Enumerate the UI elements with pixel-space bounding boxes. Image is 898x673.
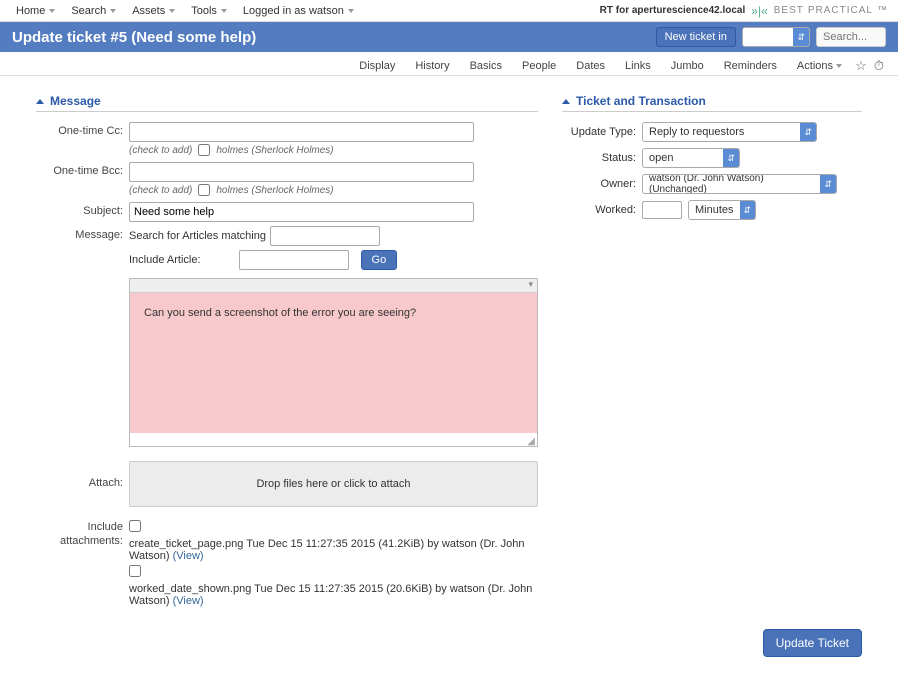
title-bar: Update ticket #5 (Need some help) New ti…: [0, 22, 898, 52]
tab-jumbo[interactable]: Jumbo: [663, 57, 712, 75]
include-article-input[interactable]: [239, 250, 349, 270]
tab-basics[interactable]: Basics: [462, 57, 510, 75]
search-input[interactable]: [816, 27, 886, 47]
message-header[interactable]: Message: [36, 94, 538, 112]
tab-reminders[interactable]: Reminders: [716, 57, 785, 75]
attachment-1-view-link[interactable]: (View): [173, 550, 204, 562]
worked-input[interactable]: [642, 201, 682, 219]
chevron-down-icon: [348, 9, 354, 13]
search-articles-input[interactable]: [270, 226, 380, 246]
cc-hint: (check to add): [129, 145, 192, 156]
go-button[interactable]: Go: [361, 250, 398, 270]
bcc-input[interactable]: [129, 162, 474, 182]
message-label: Message:: [36, 226, 129, 241]
cc-holmes-label: holmes (Sherlock Holmes): [216, 145, 333, 156]
resize-handle-icon[interactable]: ◢: [130, 436, 537, 446]
collapse-icon: [36, 99, 44, 104]
tab-dates[interactable]: Dates: [568, 57, 613, 75]
chevron-updown-icon: ⇵: [793, 28, 809, 46]
owner-label: Owner:: [562, 178, 642, 190]
status-label: Status:: [562, 152, 642, 164]
include-attachments-label: Include attachments:: [36, 517, 129, 549]
top-menu: Home Search Assets Tools Logged in as wa…: [0, 0, 898, 22]
tab-history[interactable]: History: [407, 57, 457, 75]
chevron-down-icon: [221, 9, 227, 13]
update-type-select[interactable]: Reply to requestors⇵: [642, 122, 817, 142]
attach-label: Attach:: [36, 461, 129, 489]
editor-toggle-icon[interactable]: ▾: [528, 279, 533, 289]
include-article-label: Include Article:: [129, 254, 201, 266]
search-articles-label: Search for Articles matching: [129, 230, 266, 242]
page-title: Update ticket #5 (Need some help): [12, 29, 256, 46]
owner-select[interactable]: watson (Dr. John Watson) (Unchanged)⇵: [642, 174, 837, 194]
logo-chevron-icon: »|«: [751, 4, 767, 18]
cc-input[interactable]: [129, 122, 474, 142]
ticket-transaction-header[interactable]: Ticket and Transaction: [562, 94, 862, 112]
worked-label: Worked:: [562, 204, 642, 216]
cc-label: One-time Cc:: [36, 122, 129, 137]
ticket-transaction-panel: Ticket and Transaction Update Type: Repl…: [562, 94, 862, 226]
message-editor: ▾ ◢: [129, 278, 538, 447]
bcc-label: One-time Bcc:: [36, 162, 129, 177]
chevron-updown-icon: ⇵: [723, 149, 739, 167]
bcc-hint: (check to add): [129, 185, 192, 196]
subject-label: Subject:: [36, 202, 129, 217]
new-ticket-button[interactable]: New ticket in: [656, 27, 736, 47]
tab-people[interactable]: People: [514, 57, 564, 75]
subject-input[interactable]: [129, 202, 474, 222]
ticket-tabs: Display History Basics People Dates Link…: [0, 52, 898, 76]
message-textarea[interactable]: [130, 293, 537, 433]
menu-assets[interactable]: Assets: [126, 3, 181, 19]
attach-dropzone[interactable]: Drop files here or click to attach: [129, 461, 538, 507]
cc-holmes-checkbox[interactable]: [198, 144, 210, 156]
chevron-down-icon: [169, 9, 175, 13]
chevron-updown-icon: ⇵: [800, 123, 816, 141]
rt-for-label: RT for aperturescience42.local: [600, 5, 746, 16]
chevron-down-icon: [836, 64, 842, 68]
attachment-2-checkbox[interactable]: [129, 565, 141, 577]
bookmark-icon[interactable]: ☆: [854, 59, 868, 73]
tab-display[interactable]: Display: [351, 57, 403, 75]
update-type-label: Update Type:: [562, 126, 642, 138]
menu-home[interactable]: Home: [10, 3, 61, 19]
chevron-down-icon: [49, 9, 55, 13]
tab-actions[interactable]: Actions: [789, 57, 850, 75]
worked-unit-select[interactable]: Minutes⇵: [688, 200, 756, 220]
queue-select[interactable]: Support⇵: [742, 27, 810, 47]
tab-links[interactable]: Links: [617, 57, 659, 75]
message-panel: Message One-time Cc: (check to add) holm…: [36, 94, 538, 609]
menu-tools[interactable]: Tools: [185, 3, 233, 19]
footer: Update Ticket: [0, 621, 898, 673]
bcc-holmes-label: holmes (Sherlock Holmes): [216, 185, 333, 196]
attachment-1-checkbox[interactable]: [129, 520, 141, 532]
chevron-down-icon: [110, 9, 116, 13]
chevron-updown-icon: ⇵: [740, 201, 756, 219]
menu-logged-in[interactable]: Logged in as watson: [237, 3, 360, 19]
timer-icon[interactable]: ⏱: [872, 59, 886, 73]
chevron-updown-icon: ⇵: [820, 175, 836, 193]
logo: BESTPRACTICAL™: [774, 5, 888, 16]
collapse-icon: [562, 99, 570, 104]
status-select[interactable]: open⇵: [642, 148, 740, 168]
bcc-holmes-checkbox[interactable]: [198, 184, 210, 196]
menu-search[interactable]: Search: [65, 3, 122, 19]
update-ticket-button[interactable]: Update Ticket: [763, 629, 862, 657]
